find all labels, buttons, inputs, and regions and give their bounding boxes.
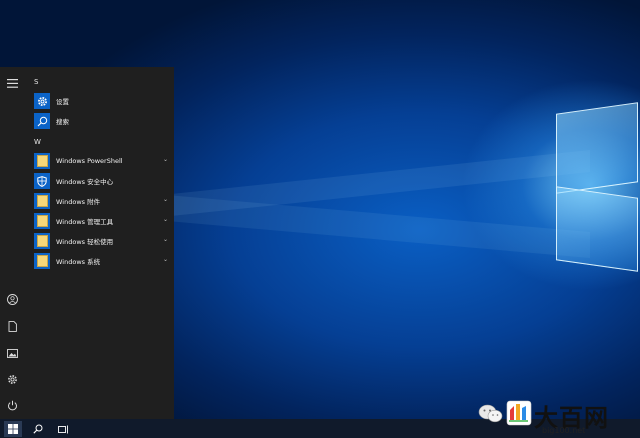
app-item-accessories[interactable]: Windows 附件 ⌄ (34, 192, 168, 210)
user-icon[interactable] (6, 293, 19, 306)
watermark: 大百网 big100.net (478, 398, 636, 436)
folder-icon (34, 193, 50, 209)
hamburger-icon[interactable] (6, 77, 19, 90)
app-item-ease-of-access[interactable]: Windows 轻松使用 ⌄ (34, 232, 168, 250)
settings-icon[interactable] (6, 373, 19, 386)
app-item-security-center[interactable]: Windows 安全中心 (34, 172, 168, 190)
pictures-icon[interactable] (6, 347, 19, 360)
task-view-icon[interactable] (56, 422, 70, 436)
app-item-label: 搜索 (56, 118, 69, 126)
folder-icon (34, 253, 50, 269)
logo-pane (556, 186, 638, 272)
chevron-down-icon[interactable]: ⌄ (163, 236, 168, 243)
app-item-label: Windows 系统 (56, 258, 101, 266)
shield-icon (34, 173, 50, 189)
chevron-down-icon[interactable]: ⌄ (163, 216, 168, 223)
power-icon[interactable] (6, 399, 19, 412)
gear-icon (34, 93, 50, 109)
app-list: S 设置 搜索 W Windows PowerShell ⌄ Windows 安… (26, 67, 174, 419)
search-icon[interactable] (31, 422, 45, 436)
watermark-url: big100.net (542, 426, 586, 435)
folder-icon (34, 233, 50, 249)
logo-icon (506, 400, 532, 426)
app-item-search[interactable]: 搜索 (34, 112, 168, 130)
logo-pane (556, 102, 638, 194)
document-icon[interactable] (6, 320, 19, 333)
app-item-label: Windows 轻松使用 (56, 238, 114, 246)
app-item-system[interactable]: Windows 系统 ⌄ (34, 252, 168, 270)
app-item-label: 设置 (56, 98, 69, 106)
app-item-label: Windows 附件 (56, 198, 101, 206)
wechat-icon (478, 404, 503, 423)
chevron-down-icon[interactable]: ⌄ (163, 196, 168, 203)
start-menu: S 设置 搜索 W Windows PowerShell ⌄ Windows 安… (0, 67, 174, 419)
app-item-admin-tools[interactable]: Windows 管理工具 ⌄ (34, 212, 168, 230)
app-item-label: Windows PowerShell (56, 157, 123, 165)
start-menu-rail (0, 67, 26, 419)
app-item-settings[interactable]: 设置 (34, 92, 168, 110)
search-icon (34, 113, 50, 129)
chevron-down-icon[interactable]: ⌄ (163, 256, 168, 263)
app-item-label: Windows 管理工具 (56, 218, 114, 226)
windows-start-icon[interactable] (4, 421, 22, 437)
folder-icon (34, 153, 50, 169)
group-header-s[interactable]: S (34, 78, 38, 86)
light-beam (170, 195, 590, 258)
folder-icon (34, 213, 50, 229)
chevron-down-icon[interactable]: ⌄ (163, 156, 168, 163)
app-item-label: Windows 安全中心 (56, 178, 114, 186)
group-header-w[interactable]: W (34, 138, 41, 146)
app-item-powershell[interactable]: Windows PowerShell ⌄ (34, 152, 168, 170)
